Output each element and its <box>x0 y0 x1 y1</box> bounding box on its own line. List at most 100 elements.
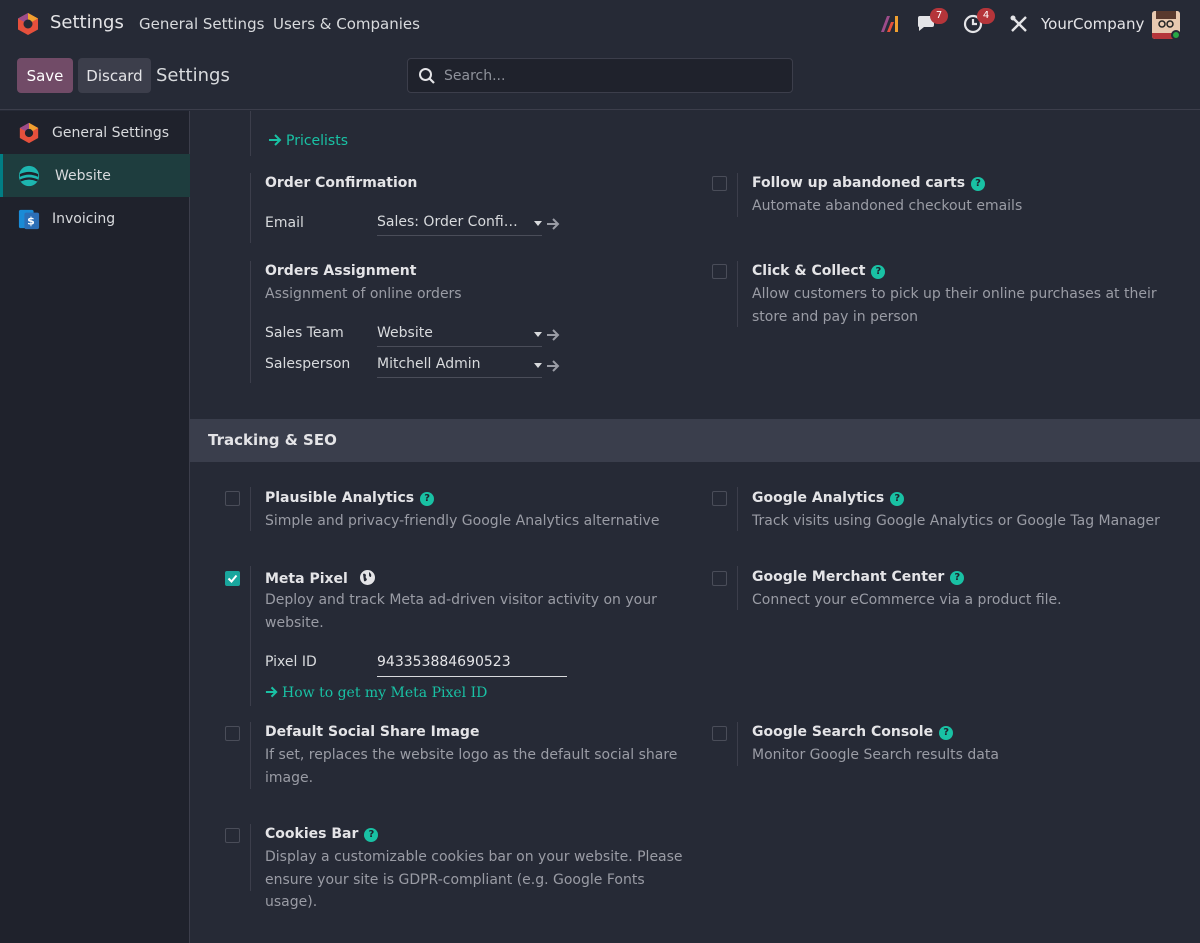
meta-pixel-title: Meta Pixel <box>265 569 376 587</box>
odoo-logo-icon <box>19 122 39 143</box>
external-link-arrow-icon[interactable] <box>546 218 560 230</box>
sidebar-item-invoicing[interactable]: $ Invoicing <box>0 197 190 240</box>
external-link-arrow-icon[interactable] <box>546 360 560 372</box>
google-analytics-checkbox[interactable] <box>712 491 727 506</box>
sales-team-label: Sales Team <box>265 325 344 341</box>
help-icon[interactable]: ? <box>871 265 886 279</box>
meta-pixel-help-link[interactable]: How to get my Meta Pixel ID <box>265 685 487 701</box>
plausible-checkbox[interactable] <box>225 491 240 506</box>
messages-badge: 7 <box>930 8 948 24</box>
salesperson-select[interactable]: Mitchell Admin <box>377 354 542 378</box>
odoo-logo-icon[interactable] <box>16 12 40 36</box>
abandoned-carts-title: Follow up abandoned carts? <box>752 175 986 191</box>
section-header-tracking-seo: Tracking & SEO <box>190 419 1200 462</box>
social-share-desc: If set, replaces the website logo as the… <box>265 747 678 786</box>
divider <box>250 111 251 156</box>
merchant-center-checkbox[interactable] <box>712 571 727 586</box>
meta-pixel-desc: Deploy and track Meta ad-driven visitor … <box>265 592 657 631</box>
chevron-down-icon <box>534 332 542 337</box>
svg-text:$: $ <box>27 214 35 227</box>
divider <box>250 722 251 789</box>
save-button[interactable]: Save <box>17 58 73 93</box>
social-share-title: Default Social Share Image <box>265 724 480 740</box>
checkmark-icon <box>227 574 238 583</box>
sidebar-item-label: General Settings <box>52 124 170 141</box>
online-status-dot <box>1171 30 1181 40</box>
divider <box>250 261 251 383</box>
website-icon <box>18 165 40 186</box>
pricelists-link[interactable]: Pricelists <box>268 133 348 149</box>
help-icon[interactable]: ? <box>420 492 435 506</box>
sidebar-item-label: Invoicing <box>52 210 116 227</box>
meta-pixel-checkbox[interactable] <box>225 571 240 586</box>
email-template-select[interactable]: Sales: Order Confirmation <box>377 212 542 236</box>
click-collect-title: Click & Collect? <box>752 263 886 279</box>
divider <box>737 173 738 217</box>
sidebar-item-general-settings[interactable]: General Settings <box>0 111 190 154</box>
merchant-center-desc: Connect your eCommerce via a product fil… <box>752 592 1062 608</box>
help-icon[interactable]: ? <box>950 571 965 585</box>
sidebar-item-label: Website <box>55 167 111 184</box>
search-bar[interactable] <box>407 58 793 93</box>
abandoned-carts-checkbox[interactable] <box>712 176 727 191</box>
divider <box>250 566 251 706</box>
search-icon <box>419 67 435 84</box>
orders-assignment-desc: Assignment of online orders <box>265 286 462 302</box>
top-navbar: Settings General Settings Users & Compan… <box>0 0 1200 48</box>
control-panel: Save Discard Settings <box>0 48 1200 110</box>
activities-badge: 4 <box>977 8 995 24</box>
cookies-bar-title: Cookies Bar? <box>265 826 379 842</box>
cookies-bar-desc: Display a customizable cookies bar on yo… <box>265 849 683 910</box>
breadcrumb: Settings <box>156 65 230 86</box>
ai-icon[interactable] <box>878 12 902 36</box>
divider <box>250 824 251 891</box>
search-console-title: Google Search Console? <box>752 724 954 740</box>
help-icon[interactable]: ? <box>364 828 379 842</box>
divider <box>250 487 251 531</box>
divider <box>737 566 738 610</box>
orders-assignment-title: Orders Assignment <box>265 263 417 279</box>
help-icon[interactable]: ? <box>971 177 986 191</box>
globe-icon <box>359 570 375 585</box>
google-analytics-desc: Track visits using Google Analytics or G… <box>752 513 1160 529</box>
sales-team-select[interactable]: Website <box>377 323 542 347</box>
section-title: Tracking & SEO <box>208 431 337 449</box>
search-console-desc: Monitor Google Search results data <box>752 747 999 763</box>
email-label: Email <box>265 215 304 231</box>
settings-sidebar: General Settings Website $ Invoicing <box>0 111 190 943</box>
help-icon[interactable]: ? <box>890 492 905 506</box>
order-confirmation-title: Order Confirmation <box>265 175 418 191</box>
chevron-down-icon <box>534 221 542 226</box>
abandoned-carts-desc: Automate abandoned checkout emails <box>752 198 1023 214</box>
sidebar-item-website[interactable]: Website <box>0 154 190 197</box>
divider <box>250 173 251 243</box>
click-collect-desc: Allow customers to pick up their online … <box>752 286 1157 325</box>
search-console-checkbox[interactable] <box>712 726 727 741</box>
plausible-title: Plausible Analytics? <box>265 490 435 506</box>
social-share-checkbox[interactable] <box>225 726 240 741</box>
activities-icon[interactable]: 4 <box>961 8 995 36</box>
pixel-id-label: Pixel ID <box>265 654 317 670</box>
nav-general-settings[interactable]: General Settings <box>139 15 264 33</box>
discard-button[interactable]: Discard <box>78 58 151 93</box>
divider <box>737 722 738 766</box>
external-link-arrow-icon[interactable] <box>546 329 560 341</box>
google-analytics-title: Google Analytics? <box>752 490 905 506</box>
messages-icon[interactable]: 7 <box>914 8 948 36</box>
merchant-center-title: Google Merchant Center? <box>752 569 965 585</box>
search-input[interactable] <box>444 67 792 84</box>
salesperson-label: Salesperson <box>265 356 351 372</box>
pixel-id-input[interactable]: 943353884690523 <box>377 652 567 677</box>
tools-icon[interactable] <box>1007 12 1031 36</box>
company-switcher[interactable]: YourCompany <box>1041 15 1144 33</box>
plausible-desc: Simple and privacy-friendly Google Analy… <box>265 513 660 529</box>
cookies-bar-checkbox[interactable] <box>225 828 240 843</box>
divider <box>737 261 738 327</box>
help-icon[interactable]: ? <box>939 726 954 740</box>
app-title[interactable]: Settings <box>50 12 124 33</box>
invoicing-icon: $ <box>18 209 40 229</box>
chevron-down-icon <box>534 363 542 368</box>
click-collect-checkbox[interactable] <box>712 264 727 279</box>
nav-users-companies[interactable]: Users & Companies <box>273 15 420 33</box>
settings-content: Pricelists Order Confirmation Email Sale… <box>190 111 1200 943</box>
